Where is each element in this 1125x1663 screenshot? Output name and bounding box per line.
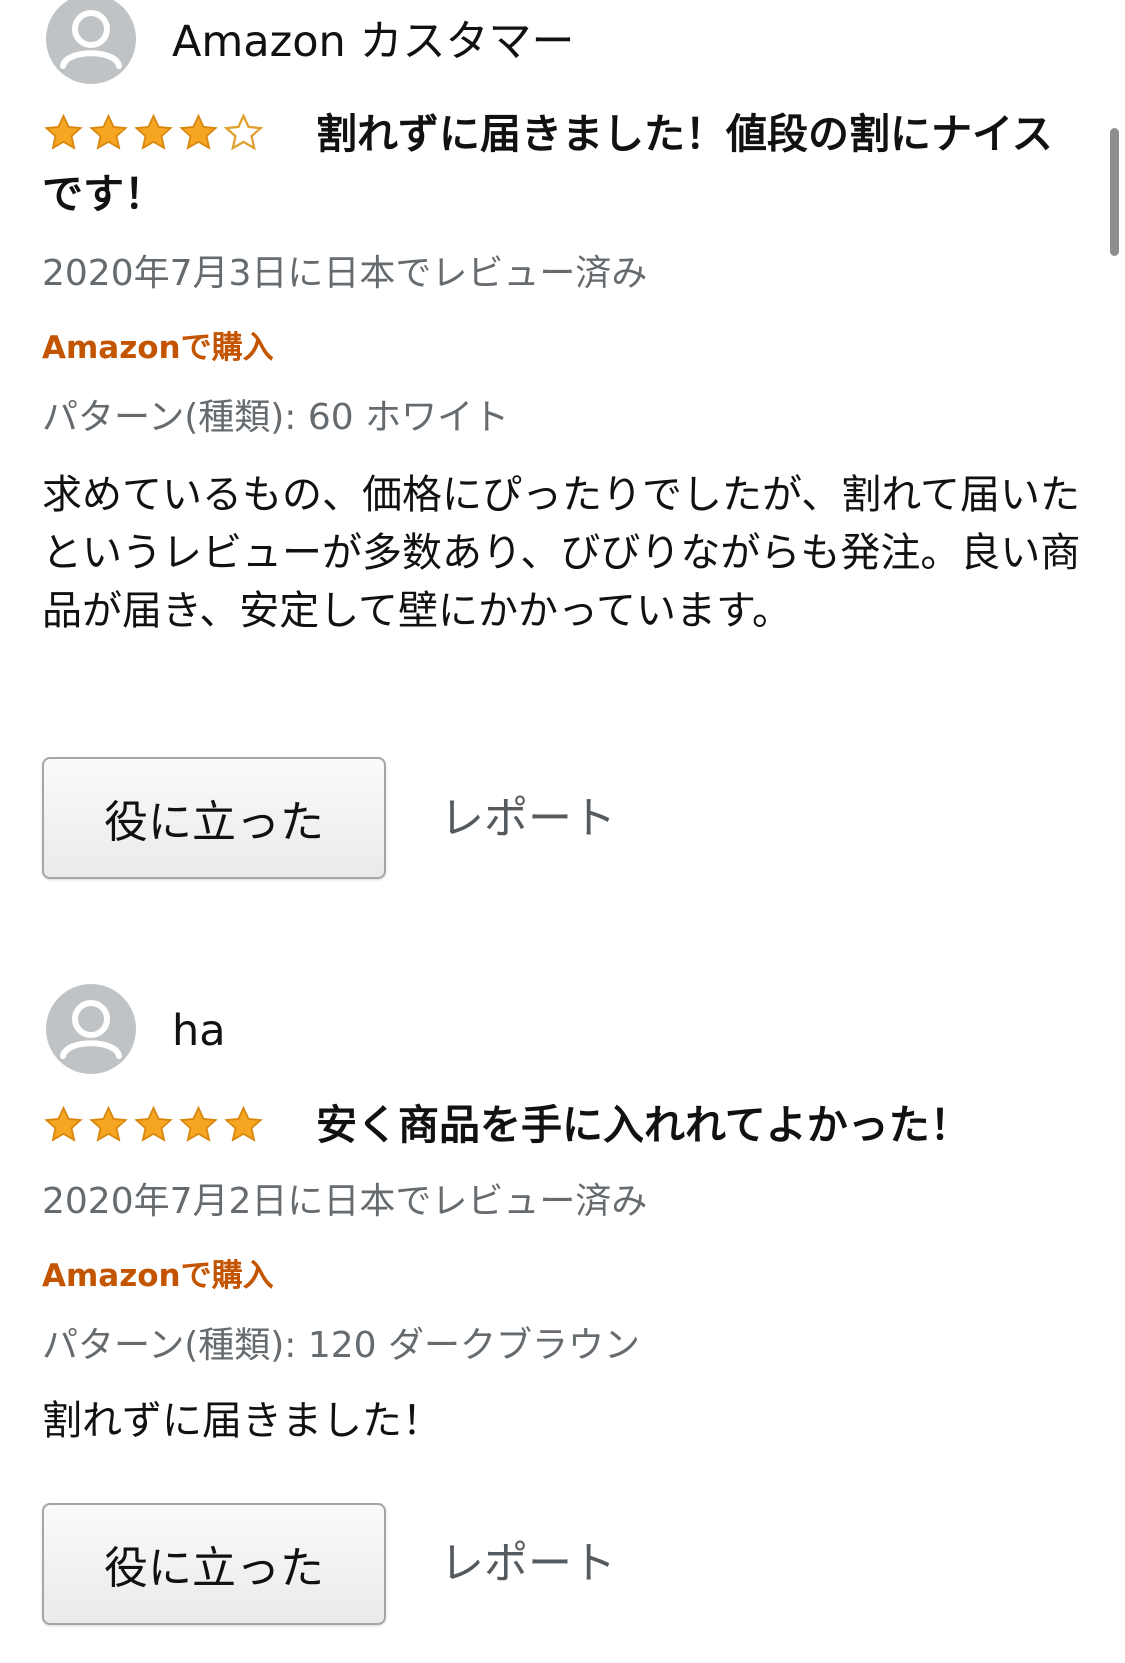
verified-purchase-badge: Amazonで購入 xyxy=(42,1258,274,1294)
helpful-button[interactable]: 役に立った xyxy=(42,1503,386,1625)
helpful-button[interactable]: 役に立った xyxy=(42,757,386,879)
product-variant: パターン(種類): 60 ホワイト xyxy=(42,397,510,438)
review-date: 2020年7月2日に日本でレビュー済み xyxy=(42,1181,648,1222)
report-link[interactable]: レポート xyxy=(440,1534,616,1594)
reviewer-name[interactable]: Amazon カスタマー xyxy=(172,17,574,67)
review-body: 求めているもの、価格にぴったりでしたが、割れて届いたというレビューが多数あり、び… xyxy=(42,472,1081,634)
product-variant: パターン(種類): 120 ダークブラウン xyxy=(42,1325,641,1366)
review-date: 2020年7月3日に日本でレビュー済み xyxy=(42,253,648,294)
review-body: 割れずに届きました！ xyxy=(42,1398,442,1444)
review-title-text: 割れずに届きました！値段の割にナイスです！ xyxy=(42,110,1053,218)
scrollbar[interactable] xyxy=(1110,128,1119,256)
review-title-text: 安く商品を手に入れれてよかった！ xyxy=(316,1101,971,1149)
user-icon xyxy=(60,1000,122,1059)
review-title: 安く商品を手に入れれてよかった！ xyxy=(42,1095,1082,1155)
user-icon xyxy=(60,10,122,69)
reviewer-name[interactable]: ha xyxy=(172,1006,226,1056)
avatar[interactable] xyxy=(46,0,136,84)
verified-purchase-badge: Amazonで購入 xyxy=(42,330,274,366)
report-link[interactable]: レポート xyxy=(440,789,616,849)
avatar[interactable] xyxy=(46,984,136,1074)
review-title: 割れずに届きました！値段の割にナイスです！ xyxy=(42,104,1082,224)
